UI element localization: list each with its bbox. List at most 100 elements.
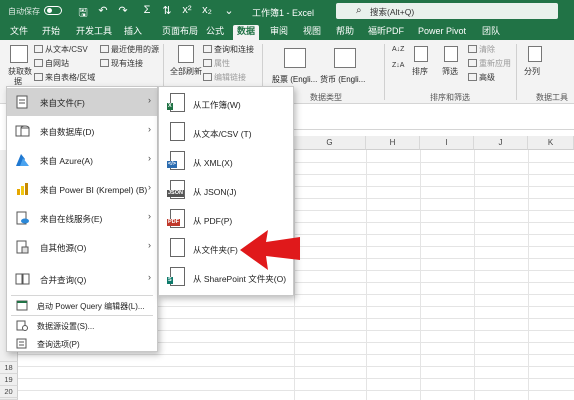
subscript-icon[interactable]: x₂: [200, 4, 214, 16]
from-table-button[interactable]: 来自表格/区域: [34, 72, 95, 83]
properties-button[interactable]: 属性: [203, 58, 230, 69]
text-to-columns-button[interactable]: 分列: [524, 66, 540, 77]
sum-icon[interactable]: Σ: [140, 4, 154, 16]
recent-icon: [100, 45, 109, 53]
submenu-item-from-workbook[interactable]: X 从工作簿(W): [159, 89, 293, 118]
superscript-icon[interactable]: x²: [180, 4, 194, 16]
file-badge: PDF: [167, 219, 180, 226]
tab-home[interactable]: 开始: [38, 25, 64, 40]
customize-icon[interactable]: ⌄: [222, 4, 236, 17]
tab-view[interactable]: 视图: [299, 25, 325, 40]
tab-power-pivot[interactable]: Power Pivot: [414, 25, 470, 40]
file-badge: </>: [167, 161, 177, 168]
chevron-right-icon: ›: [148, 153, 151, 163]
grid-line: [18, 390, 574, 391]
tab-insert[interactable]: 插入: [120, 25, 146, 40]
submenu-item-from-text-csv[interactable]: 从文本/CSV (T): [159, 118, 293, 147]
submenu-item-label: 从 PDF(P): [193, 216, 233, 226]
recent-sources-button[interactable]: 最近使用的源: [100, 44, 159, 55]
text-to-columns-icon[interactable]: [528, 46, 542, 62]
window-title: 工作簿1 - Excel: [252, 8, 315, 18]
menu-item-from-online-services[interactable]: 来自在线服务(E) ›: [7, 204, 157, 232]
menu-item-launch-power-query[interactable]: 启动 Power Query 编辑器(L)...: [7, 297, 157, 314]
menu-item-from-other-sources[interactable]: 自其他源(O) ›: [7, 233, 157, 261]
column-header-i[interactable]: I: [420, 136, 474, 150]
file-badge: S: [167, 277, 173, 284]
column-header-h[interactable]: H: [366, 136, 420, 150]
menu-item-label: 查询选项(P): [37, 340, 80, 349]
online-service-icon: [16, 211, 29, 225]
pdf-file-icon: PDF: [167, 209, 185, 228]
existing-connections-button[interactable]: 现有连接: [100, 58, 143, 69]
tab-team[interactable]: 团队: [478, 25, 504, 40]
sort-icon[interactable]: ⇅: [160, 4, 174, 17]
submenu-item-from-xml[interactable]: </> 从 XML(X): [159, 147, 293, 176]
column-header-j[interactable]: J: [474, 136, 528, 150]
annotation-arrow-icon: [240, 230, 300, 270]
edit-links-button[interactable]: 编辑链接: [203, 72, 246, 83]
chevron-right-icon: ›: [148, 272, 151, 282]
submenu-item-from-json[interactable]: JSON 从 JSON(J): [159, 176, 293, 205]
submenu-item-label: 从 JSON(J): [193, 187, 237, 197]
refresh-icon[interactable]: [178, 45, 194, 63]
reapply-button[interactable]: 重新应用: [468, 58, 511, 69]
tab-formulas[interactable]: 公式: [202, 25, 228, 40]
column-header-k[interactable]: K: [528, 136, 574, 150]
grid-line: [420, 150, 421, 400]
undo-icon[interactable]: ↶: [96, 4, 110, 17]
sort-icon[interactable]: [414, 46, 428, 62]
chevron-right-icon: ›: [148, 240, 151, 250]
file-icon: [16, 95, 28, 109]
sort-button[interactable]: 排序: [412, 66, 428, 77]
menu-item-label: 来自文件(F): [40, 98, 85, 108]
query-options-icon: [16, 338, 27, 349]
menu-item-from-power-bi[interactable]: 来自 Power BI (Krempel) (B) ›: [7, 175, 157, 203]
column-header-g[interactable]: G: [294, 136, 366, 150]
submenu-item-label: 从文本/CSV (T): [193, 129, 252, 139]
tab-help[interactable]: 帮助: [332, 25, 358, 40]
currency-icon: [334, 48, 356, 68]
from-web-button[interactable]: 自网站: [34, 58, 69, 69]
refresh-all-button[interactable]: 全部刷新: [170, 66, 202, 77]
search-icon: ⌕: [356, 5, 362, 16]
other-sources-icon: [16, 240, 29, 254]
redo-icon[interactable]: ↷: [116, 4, 130, 17]
tab-developer[interactable]: 开发工具: [72, 25, 116, 40]
row-header-19[interactable]: 19: [0, 374, 18, 386]
menu-item-from-file[interactable]: 来自文件(F) ›: [7, 88, 157, 116]
filter-button[interactable]: 筛选: [442, 66, 458, 77]
combine-queries-icon: [15, 273, 30, 285]
text-file-icon: [34, 45, 43, 53]
menu-item-label: 来自 Azure(A): [40, 156, 93, 166]
autosave-toggle[interactable]: [44, 6, 62, 15]
from-text-button[interactable]: 从文本/CSV: [34, 44, 88, 55]
filter-icon[interactable]: [444, 46, 458, 62]
clear-button[interactable]: 清除: [468, 44, 495, 55]
menu-item-combine-queries[interactable]: 合并查询(Q) ›: [7, 265, 157, 293]
menu-item-from-azure[interactable]: 来自 Azure(A) ›: [7, 146, 157, 174]
table-icon: [34, 73, 43, 81]
tab-review[interactable]: 审阅: [266, 25, 292, 40]
tab-foxit-pdf[interactable]: 福昕PDF: [364, 25, 408, 40]
tab-file[interactable]: 文件: [6, 25, 32, 40]
row-header-20[interactable]: 20: [0, 386, 18, 398]
tab-page-layout[interactable]: 页面布局: [158, 25, 202, 40]
queries-connections-button[interactable]: 查询和连接: [203, 44, 254, 55]
sort-descending-button[interactable]: Z↓A: [392, 62, 404, 69]
tab-data[interactable]: 数据: [233, 25, 260, 40]
title-bar: 自动保存 🖫 ↶ ↷ Σ ⇅ x² x₂ ⌄ 工作簿1 - Excel ⌕ 搜索…: [0, 0, 574, 22]
database-icon[interactable]: [10, 45, 28, 63]
ribbon-tabs: 文件 开始 开发工具 插入 页面布局 公式 数据 审阅 视图 帮助 福昕PDF …: [0, 22, 574, 40]
properties-label: 属性: [214, 59, 230, 68]
menu-item-query-options[interactable]: 查询选项(P): [7, 335, 157, 352]
advanced-button[interactable]: 高级: [468, 72, 495, 83]
sort-ascending-button[interactable]: A↓Z: [392, 46, 404, 53]
menu-item-from-database[interactable]: 来自数据库(D) ›: [7, 117, 157, 145]
menu-item-data-source-settings[interactable]: 数据源设置(S)...: [7, 317, 157, 334]
search-placeholder: 搜索(Alt+Q): [370, 7, 415, 17]
clear-label: 清除: [479, 45, 495, 54]
row-header-18[interactable]: 18: [0, 362, 18, 374]
search-box[interactable]: ⌕ 搜索(Alt+Q): [336, 3, 558, 19]
save-icon[interactable]: 🖫: [76, 4, 90, 23]
menu-item-label: 自其他源(O): [40, 243, 87, 253]
